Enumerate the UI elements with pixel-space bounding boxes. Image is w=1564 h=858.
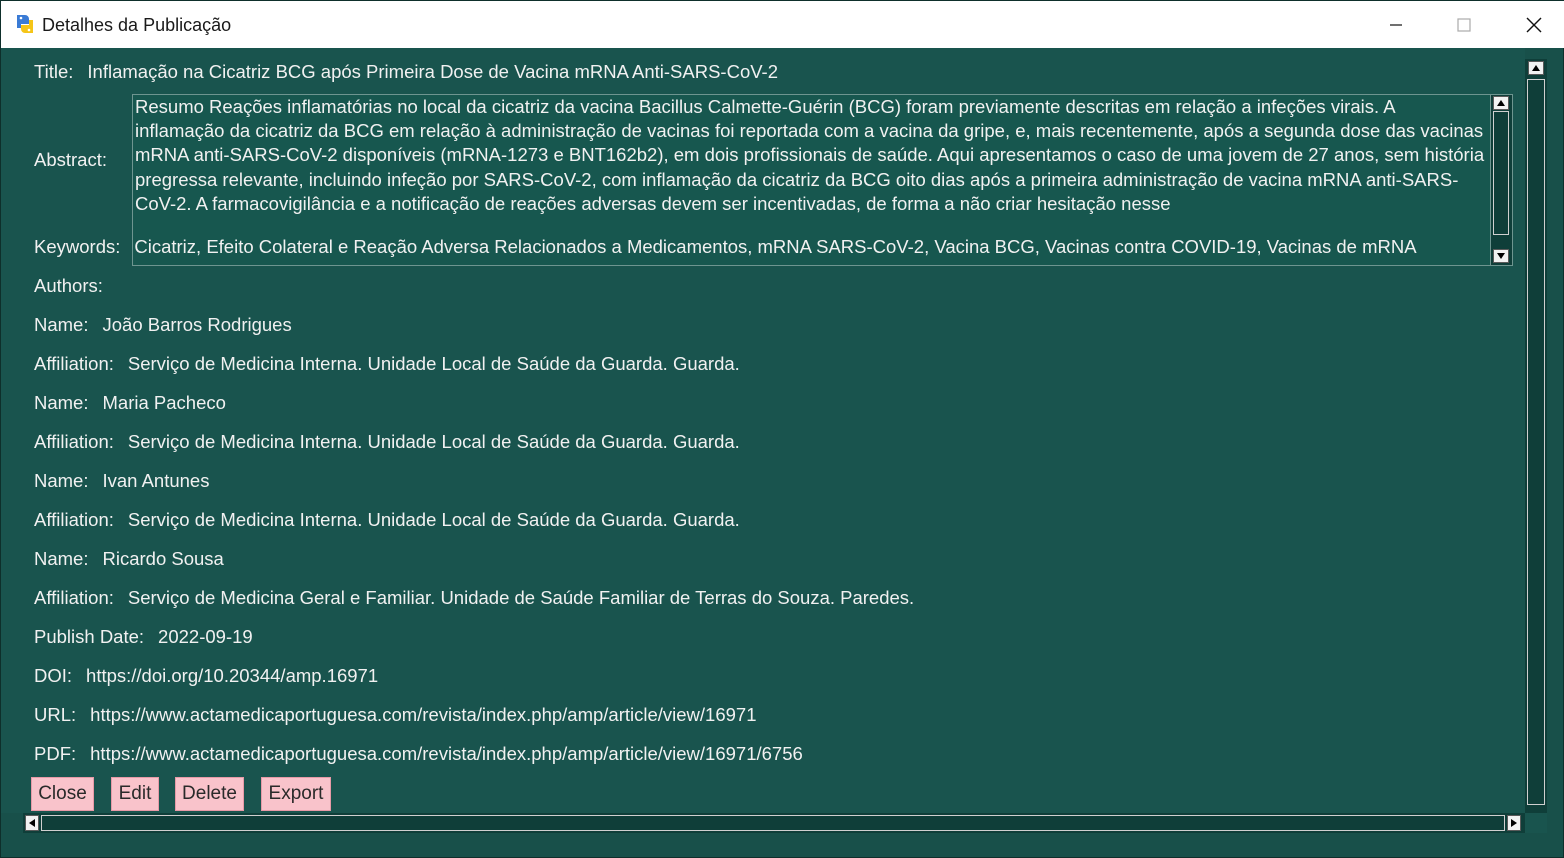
author-affiliation: Serviço de Medicina Interna. Unidade Loc… — [127, 353, 740, 374]
affiliation-label: Affiliation: — [34, 587, 114, 608]
url-value: https://www.actamedicaportuguesa.com/rev… — [90, 704, 757, 725]
arrow-up-icon — [1497, 100, 1505, 106]
pdf-value: https://www.actamedicaportuguesa.com/rev… — [90, 743, 803, 764]
close-window-button[interactable] — [1499, 1, 1564, 48]
scroll-thumb[interactable] — [1527, 79, 1545, 805]
keywords-label: Keywords: — [34, 236, 121, 257]
scroll-up-button[interactable] — [1493, 96, 1509, 110]
arrow-right-icon — [1511, 819, 1517, 827]
pdf-label: PDF: — [34, 743, 77, 764]
name-label: Name: — [34, 314, 89, 335]
title-label: Title: — [34, 61, 74, 82]
author-name: João Barros Rodrigues — [102, 314, 292, 335]
arrow-left-icon — [29, 819, 35, 827]
edit-button[interactable]: Edit — [111, 777, 159, 811]
close-button[interactable]: Close — [31, 777, 94, 811]
author-affiliation-row: Affiliation: Serviço de Medicina Interna.… — [34, 431, 740, 453]
scroll-up-button[interactable] — [1528, 61, 1544, 75]
abstract-label: Abstract: — [34, 149, 107, 170]
author-name: Ivan Antunes — [102, 470, 210, 491]
export-button[interactable]: Export — [261, 777, 331, 811]
publication-details-window: Detalhes da Publicação Title: Inflamação … — [0, 0, 1564, 858]
publish-date-value: 2022-09-19 — [158, 626, 253, 647]
python-app-icon — [17, 15, 33, 33]
author-name-row: Name: Ricardo Sousa — [34, 548, 224, 570]
author-affiliation: Serviço de Medicina Interna. Unidade Loc… — [127, 431, 740, 452]
keywords-row: Keywords: Cicatriz, Efeito Colateral e Re… — [34, 236, 1417, 258]
minimize-button[interactable] — [1361, 1, 1431, 48]
scroll-down-button[interactable] — [1493, 249, 1509, 263]
authors-label: Authors: — [34, 275, 103, 296]
minimize-icon — [1390, 23, 1402, 26]
author-name-row: Name: João Barros Rodrigues — [34, 314, 292, 336]
author-name-row: Name: Ivan Antunes — [34, 470, 209, 492]
main-horizontal-scrollbar[interactable] — [23, 813, 1525, 833]
scroll-right-button[interactable] — [1507, 815, 1521, 831]
window-title: Detalhes da Publicação — [42, 15, 232, 35]
author-affiliation: Serviço de Medicina Interna. Unidade Loc… — [127, 509, 740, 530]
name-label: Name: — [34, 392, 89, 413]
author-name: Ricardo Sousa — [102, 548, 224, 569]
url-label: URL: — [34, 704, 77, 725]
title-value: Inflamação na Cicatriz BCG após Primeira… — [87, 61, 779, 82]
scroll-left-button[interactable] — [25, 815, 39, 831]
arrow-down-icon — [1497, 253, 1505, 259]
doi-row: DOI: https://doi.org/10.20344/amp.16971 — [34, 665, 378, 687]
delete-button[interactable]: Delete — [175, 777, 244, 811]
url-row: URL: https://www.actamedicaportuguesa.com… — [34, 704, 757, 726]
author-affiliation-row: Affiliation: Serviço de Medicina Geral e … — [34, 587, 914, 609]
affiliation-label: Affiliation: — [34, 509, 114, 530]
pdf-row: PDF: https://www.actamedicaportuguesa.com… — [34, 743, 803, 765]
abstract-scrollbar[interactable] — [1490, 95, 1512, 265]
main-vertical-scrollbar[interactable] — [1525, 59, 1547, 833]
publish-date-label: Publish Date: — [34, 626, 145, 647]
title-bar: Detalhes da Publicação — [1, 1, 1564, 48]
close-icon — [1526, 17, 1542, 32]
details-content: Title: Inflamação na Cicatriz BCG após Pr… — [1, 48, 1525, 813]
doi-label: DOI: — [34, 665, 73, 686]
scroll-thumb[interactable] — [41, 815, 1505, 831]
maximize-button[interactable] — [1429, 1, 1499, 48]
publish-date-row: Publish Date: 2022-09-19 — [34, 626, 253, 648]
keywords-value: Cicatriz, Efeito Colateral e Reação Adve… — [134, 236, 1417, 257]
author-affiliation-row: Affiliation: Serviço de Medicina Interna.… — [34, 509, 740, 531]
author-name-row: Name: Maria Pacheco — [34, 392, 226, 414]
title-row: Title: Inflamação na Cicatriz BCG após Pr… — [34, 61, 778, 83]
doi-value: https://doi.org/10.20344/amp.16971 — [86, 665, 379, 686]
arrow-up-icon — [1532, 65, 1540, 71]
author-affiliation-row: Affiliation: Serviço de Medicina Interna.… — [34, 353, 740, 375]
author-affiliation: Serviço de Medicina Geral e Familiar. Un… — [127, 587, 915, 608]
scrollbar-corner — [1525, 813, 1547, 833]
name-label: Name: — [34, 548, 89, 569]
affiliation-label: Affiliation: — [34, 431, 114, 452]
name-label: Name: — [34, 470, 89, 491]
affiliation-label: Affiliation: — [34, 353, 114, 374]
maximize-icon — [1457, 17, 1471, 32]
scroll-thumb[interactable] — [1493, 111, 1509, 235]
author-name: Maria Pacheco — [102, 392, 226, 413]
